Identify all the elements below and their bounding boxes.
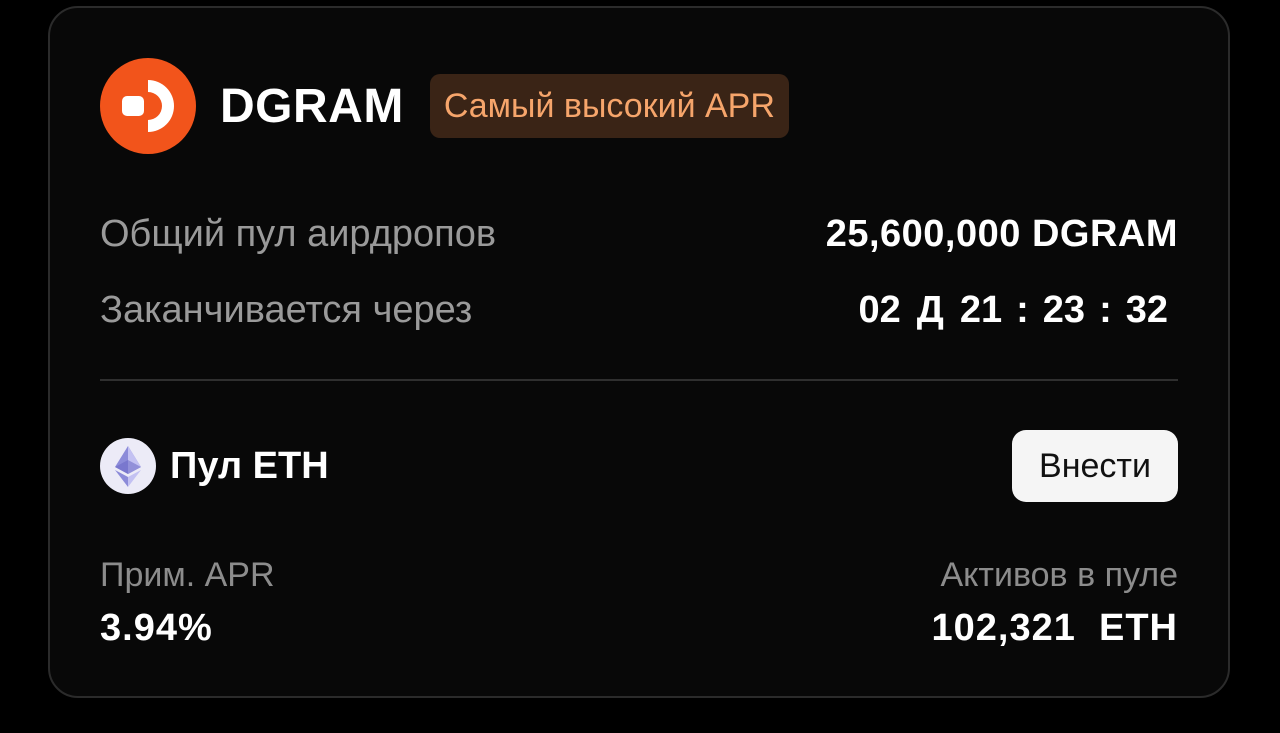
ends-in-row: Заканчивается через 02 Д 21 : 23 : 32 — [100, 280, 1178, 340]
airdrop-pool-value: 25,600,000 DGRAM — [825, 212, 1178, 255]
countdown-separator: : — [1099, 288, 1112, 331]
airdrop-pool-row: Общий пул аирдропов 25,600,000 DGRAM — [100, 204, 1178, 264]
eth-pool-row: Пул ETH Внести — [100, 428, 1178, 504]
apr-stat: Прим. APR 3.94% — [100, 552, 275, 652]
assets-label: Активов в пуле — [940, 556, 1178, 594]
countdown-separator: : — [1016, 288, 1029, 331]
eth-pool-title: Пул ETH — [100, 438, 329, 494]
countdown-days-unit: Д — [916, 288, 944, 331]
divider — [100, 379, 1178, 381]
assets-stat: Активов в пуле 102,321 ETH — [932, 552, 1178, 652]
countdown-minutes: 23 — [1042, 288, 1086, 331]
deposit-button[interactable]: Внести — [1012, 430, 1178, 502]
airdrop-card: DGRAM Самый высокий APR Общий пул аирдро… — [48, 6, 1230, 698]
highest-apr-badge: Самый высокий APR — [429, 74, 789, 138]
pool-stats: Прим. APR 3.94% Активов в пуле 102,321 E… — [100, 552, 1178, 652]
apr-value: 3.94% — [100, 607, 213, 649]
eth-pool-name: Пул ETH — [170, 444, 329, 487]
countdown-seconds: 32 — [1125, 288, 1168, 331]
assets-value: 102,321 ETH — [931, 607, 1178, 649]
project-name: DGRAM — [220, 79, 404, 133]
countdown-days: 02 — [858, 288, 901, 331]
airdrop-pool-label: Общий пул аирдропов — [100, 212, 497, 255]
countdown-hours: 21 — [959, 288, 1003, 331]
eth-icon — [100, 438, 156, 494]
dgram-logo-icon — [100, 58, 196, 154]
apr-label: Прим. APR — [100, 556, 275, 594]
card-header: DGRAM Самый высокий APR — [100, 58, 789, 154]
countdown-timer: 02 Д 21 : 23 : 32 — [858, 289, 1168, 332]
ends-in-label: Заканчивается через — [100, 288, 473, 331]
